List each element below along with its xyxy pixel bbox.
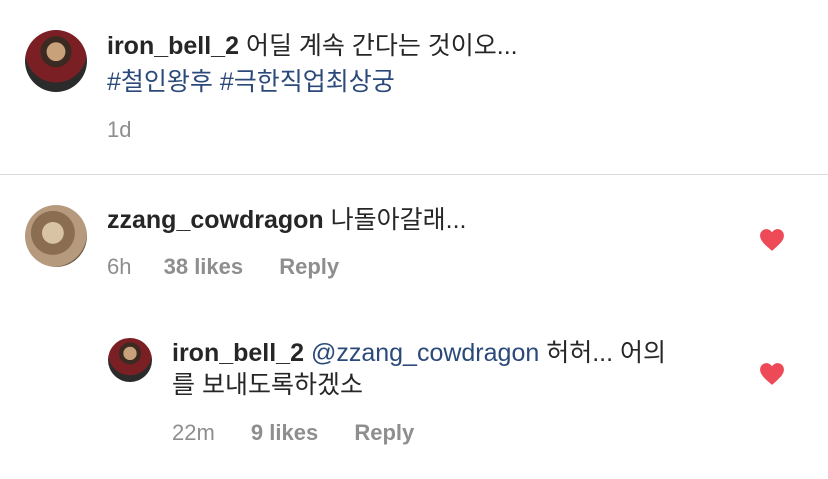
- comment-likes-count[interactable]: 38 likes: [164, 254, 244, 279]
- heart-icon[interactable]: [759, 228, 785, 252]
- reply-mention[interactable]: @zzang_cowdragon: [311, 339, 539, 367]
- post-hashtags[interactable]: #철인왕후 #극한직업최상궁: [107, 65, 395, 99]
- heart-icon[interactable]: [759, 362, 785, 386]
- reply-body-line1: iron_bell_2 @zzang_cowdragon 허허... 어의: [172, 336, 666, 370]
- reply-text-line1: 허허... 어의: [546, 339, 666, 367]
- comment-reply-button[interactable]: Reply: [279, 254, 339, 279]
- reply-text-line2: 를 보내도록하겠소: [172, 371, 363, 399]
- reply-reply-button[interactable]: Reply: [354, 420, 414, 445]
- reply-timestamp: 22m: [172, 420, 215, 445]
- comment-timestamp: 6h: [107, 254, 132, 279]
- comment-author-username[interactable]: zzang_cowdragon: [107, 206, 324, 234]
- post-author-username[interactable]: iron_bell_2: [107, 32, 239, 60]
- reply-author-username[interactable]: iron_bell_2: [172, 339, 304, 367]
- post-timestamp: 1d: [107, 117, 132, 142]
- comment-meta: 6h 38 likes Reply: [107, 254, 339, 280]
- post-caption-text: 어딜 계속 간다는 것이오...: [245, 32, 518, 60]
- post-caption-line1: iron_bell_2 어딜 계속 간다는 것이오...: [107, 29, 518, 63]
- comment-author-avatar[interactable]: [25, 205, 87, 267]
- section-divider: [0, 174, 828, 175]
- reply-author-avatar[interactable]: [108, 338, 152, 382]
- reply-meta: 22m 9 likes Reply: [172, 420, 414, 446]
- comment-body: zzang_cowdragon 나돌아갈래...: [107, 203, 466, 237]
- reply-likes-count[interactable]: 9 likes: [251, 420, 318, 445]
- comment-text: 나돌아갈래...: [330, 206, 467, 234]
- post-author-avatar[interactable]: [25, 30, 87, 92]
